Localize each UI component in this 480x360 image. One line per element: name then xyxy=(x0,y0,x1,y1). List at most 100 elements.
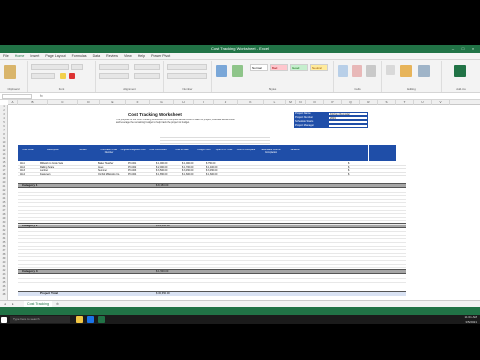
table-header-cell: Cost Code xyxy=(22,149,34,151)
editing-label: Editing xyxy=(407,87,416,91)
table-header-cell: Open P.O. Cost xyxy=(215,149,233,151)
addins-group: Add-ins xyxy=(442,61,480,92)
cells-group: Cells xyxy=(334,61,382,92)
minimize-icon[interactable]: – xyxy=(448,45,458,53)
style-normal[interactable]: Normal xyxy=(250,64,268,71)
addins-label: Add-ins xyxy=(456,87,466,91)
insert-cells-icon[interactable] xyxy=(338,65,348,77)
paste-icon[interactable] xyxy=(4,65,16,79)
intro-text: The purpose of the Cost Tracking Workshe… xyxy=(116,119,235,124)
tab-review[interactable]: Review xyxy=(103,53,121,60)
sheet-title: Cost Tracking Worksheet xyxy=(128,112,182,117)
excel-window: Cost Tracking Worksheet - Excel – □ × File… xyxy=(0,45,480,315)
taskbar-clock: 11:01 AM 3/5/2021 xyxy=(465,315,477,324)
row-committed: $ 1,600.00 xyxy=(182,172,194,176)
clock-date: 3/5/2021 xyxy=(465,319,477,324)
font-size-select[interactable] xyxy=(71,64,83,70)
row-code: 1114 xyxy=(20,172,25,176)
align-left-buttons[interactable] xyxy=(99,73,129,79)
tab-power-pivot[interactable]: Power Pivot xyxy=(148,53,173,60)
tab-view[interactable]: View xyxy=(121,53,135,60)
sheet-tab-bar: ◂ ▸ Cost Tracking ⊕ xyxy=(0,300,480,308)
row-vendor: Orchid Millworks Co. xyxy=(98,172,120,176)
file-explorer-icon[interactable] xyxy=(76,316,83,323)
number-label: Number xyxy=(182,87,193,91)
style-neutral[interactable]: Neutral xyxy=(310,64,328,71)
category-band xyxy=(18,183,406,188)
font-group: Font xyxy=(28,61,96,92)
excel-taskbar-icon[interactable] xyxy=(98,316,105,323)
row-po: PO-004 xyxy=(128,172,137,176)
edge-icon[interactable] xyxy=(87,316,94,323)
table-header-cell: Cost to Complete xyxy=(236,149,256,151)
table-header-cell: Description xyxy=(47,149,59,151)
tab-formulas[interactable]: Formulas xyxy=(69,53,90,60)
category-label: Category 1 xyxy=(22,183,38,187)
tab-data[interactable]: Data xyxy=(90,53,104,60)
editing-group: Editing xyxy=(382,61,442,92)
status-bar xyxy=(0,307,480,315)
currency-buttons[interactable] xyxy=(167,73,207,79)
category-total: $ 1,500.00 xyxy=(156,270,169,273)
table-header-cell: Cost Committed xyxy=(149,149,167,151)
style-bad[interactable]: Bad xyxy=(270,64,288,71)
row-to-date: $ 1,600.00 xyxy=(206,172,218,176)
ribbon-tabs: File Home Insert Page Layout Formulas Data Rev… xyxy=(0,53,480,61)
row-headers: 1 2 3 4 5 6 7 8 9 10 11 12 13 14 15 16 17 18 19 20 21 22 23 24 2… xyxy=(0,105,8,300)
bold-italic-buttons[interactable] xyxy=(31,73,55,79)
table-row xyxy=(18,221,406,225)
font-color-icon[interactable] xyxy=(69,73,75,79)
close-icon[interactable]: × xyxy=(468,45,478,53)
table-header-cell: Original Budgeted Cost xyxy=(120,149,146,151)
formula-bar: fx xyxy=(0,93,480,100)
project-value xyxy=(328,124,368,128)
find-select-icon[interactable] xyxy=(418,65,430,77)
windows-taskbar: Type here to search 11:01 AM 3/5/2021 xyxy=(0,315,480,324)
delete-cells-icon[interactable] xyxy=(352,65,362,77)
row-variance: $ xyxy=(348,172,350,176)
clipboard-label: Clipboard xyxy=(7,87,20,91)
start-icon[interactable] xyxy=(1,316,7,323)
row-header[interactable]: 48 xyxy=(0,293,8,297)
style-good[interactable]: Good xyxy=(290,64,308,71)
autosum-icon[interactable] xyxy=(386,65,395,75)
tab-file[interactable]: File xyxy=(0,53,12,60)
tab-insert[interactable]: Insert xyxy=(27,53,42,60)
font-family-select[interactable] xyxy=(31,64,69,70)
tab-page-layout[interactable]: Page Layout xyxy=(42,53,68,60)
table-row xyxy=(18,279,406,283)
format-cells-icon[interactable] xyxy=(366,65,376,77)
sheet-cells[interactable]: Cost Tracking Worksheet The purpose of t… xyxy=(8,105,480,300)
table-header-cell: Estimated Cost at Completion xyxy=(261,149,281,154)
title-bar: Cost Tracking Worksheet - Excel – □ × xyxy=(0,45,480,53)
conditional-formatting-icon[interactable] xyxy=(216,65,227,77)
table-header-cell: Vendor xyxy=(79,149,87,151)
font-label: Font xyxy=(58,87,65,91)
addin-icon[interactable] xyxy=(454,65,466,77)
status-flag-columns xyxy=(368,145,396,161)
maximize-icon[interactable]: □ xyxy=(458,45,468,53)
align-top-buttons[interactable] xyxy=(99,64,129,70)
name-box[interactable] xyxy=(2,94,32,99)
fx-icon[interactable]: fx xyxy=(40,93,43,100)
project-total-label: Project Total xyxy=(40,291,58,295)
alignment-label: Alignment xyxy=(123,87,136,91)
format-as-table-icon[interactable] xyxy=(232,65,243,77)
category-band xyxy=(18,269,406,274)
window-title: Cost Tracking Worksheet - Excel xyxy=(211,46,269,51)
number-format-select[interactable] xyxy=(167,64,207,70)
table-row xyxy=(18,265,406,269)
fill-color-icon[interactable] xyxy=(60,73,66,79)
sort-filter-icon[interactable] xyxy=(400,65,412,77)
taskbar-search[interactable]: Type here to search xyxy=(10,316,70,323)
styles-label: Styles xyxy=(268,87,277,91)
project-label: Project Manager xyxy=(294,124,328,128)
alignment-group: Alignment xyxy=(96,61,164,92)
styles-group: Normal Bad Good Neutral Styles xyxy=(212,61,334,92)
category-total: $ 8,150.00 xyxy=(156,184,169,187)
merge-center-button[interactable] xyxy=(134,73,160,79)
table-header-cell: Variance xyxy=(290,149,300,151)
project-total-value: $ 30,650.00 xyxy=(156,292,170,295)
tab-help[interactable]: Help xyxy=(135,53,148,60)
wrap-text-button[interactable] xyxy=(134,64,160,70)
